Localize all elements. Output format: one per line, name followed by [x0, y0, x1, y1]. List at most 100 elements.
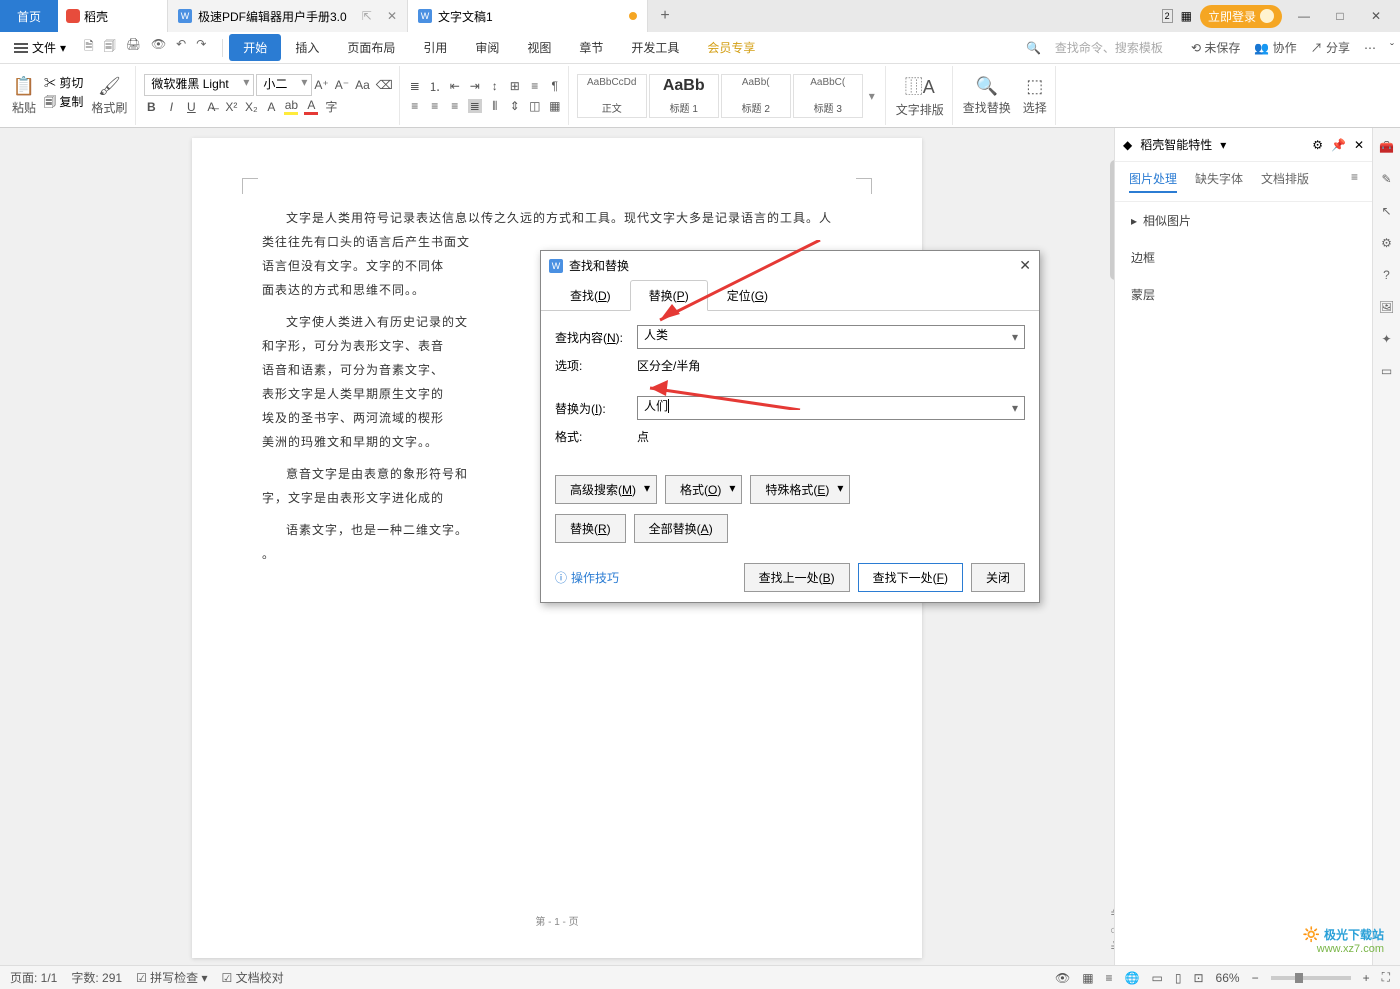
find-replace-button[interactable]: 🔍查找替换: [961, 74, 1013, 118]
find-input[interactable]: 人类: [637, 325, 1025, 349]
fullscreen-icon[interactable]: ⛶: [1382, 970, 1390, 985]
view-grid-icon[interactable]: ▦: [1082, 971, 1093, 985]
dialog-tab-find[interactable]: 查找(D): [551, 280, 630, 311]
shrink-font-icon[interactable]: A⁻: [335, 78, 349, 92]
image-icon[interactable]: 🖼: [1379, 300, 1394, 314]
pane-item[interactable]: 蒙层: [1115, 276, 1372, 313]
undo-icon[interactable]: ↶: [176, 37, 186, 58]
new-tab-button[interactable]: +: [648, 0, 682, 32]
style-h2[interactable]: AaBb(标题 2: [721, 74, 791, 118]
highlight-icon[interactable]: ab: [284, 98, 298, 115]
unsaved-button[interactable]: ⟲ 未保存: [1191, 39, 1240, 56]
menu-tab-insert[interactable]: 插入: [281, 34, 333, 61]
book-icon[interactable]: ▭: [1381, 364, 1392, 378]
layout-icon[interactable]: 2: [1162, 9, 1173, 23]
bullet-list-icon[interactable]: ≣: [408, 79, 422, 93]
tab-home[interactable]: 首页: [0, 0, 58, 32]
format-brush-button[interactable]: 🖌格式刷: [89, 74, 129, 118]
chevron-down-icon[interactable]: ▾: [1220, 138, 1226, 152]
more-icon[interactable]: ⋯: [1364, 41, 1376, 55]
dialog-tab-replace[interactable]: 替换(P): [630, 280, 708, 311]
close-icon[interactable]: ✕: [387, 9, 397, 23]
change-case-icon[interactable]: Aa: [355, 78, 370, 92]
bold-icon[interactable]: B: [144, 100, 158, 114]
pane-tab[interactable]: 文档排版: [1261, 170, 1309, 193]
find-next-button[interactable]: 查找下一处(F): [858, 563, 963, 592]
menu-tab-layout[interactable]: 页面布局: [333, 34, 409, 61]
align-right-icon[interactable]: ≡: [448, 99, 462, 113]
line-spacing-icon[interactable]: ⇕: [508, 99, 522, 113]
superscript-icon[interactable]: X²: [224, 100, 238, 114]
search-placeholder[interactable]: 查找命令、搜索模板: [1055, 39, 1163, 56]
select-button[interactable]: ⬚选择: [1021, 74, 1049, 118]
menu-tab-section[interactable]: 章节: [565, 34, 617, 61]
sort-icon[interactable]: ↕: [488, 79, 502, 93]
menu-tab-start[interactable]: 开始: [229, 34, 281, 61]
show-marks-icon[interactable]: ¶: [548, 79, 562, 93]
replace-input[interactable]: 人们: [637, 396, 1025, 420]
number-list-icon[interactable]: ⒈: [428, 78, 442, 95]
align-left-icon[interactable]: ≡: [408, 99, 422, 113]
star-icon[interactable]: ✦: [1381, 332, 1391, 346]
save-as-icon[interactable]: 🗐: [104, 37, 116, 58]
phonetic-icon[interactable]: 字: [324, 98, 338, 115]
zoom-slider[interactable]: [1271, 976, 1351, 980]
clear-format-icon[interactable]: ⌫: [376, 78, 393, 92]
font-color-icon[interactable]: A: [304, 98, 318, 115]
proofing-toggle[interactable]: ☑ 文档校对: [222, 969, 284, 986]
view-web-icon[interactable]: 🌐: [1125, 971, 1140, 985]
help-icon[interactable]: ?: [1383, 268, 1390, 282]
align-dist-icon[interactable]: ⫴: [488, 99, 502, 114]
subscript-icon[interactable]: X₂: [244, 100, 258, 114]
print-preview-icon[interactable]: 👁: [151, 37, 166, 58]
increase-indent-icon[interactable]: ⇥: [468, 79, 482, 93]
pointer-icon[interactable]: ↖: [1381, 204, 1391, 218]
close-icon[interactable]: ✕: [1019, 257, 1031, 274]
coop-button[interactable]: 👥 协作: [1254, 39, 1296, 56]
pane-tab[interactable]: 图片处理: [1129, 170, 1177, 193]
toolbox-icon[interactable]: 🧰: [1379, 140, 1394, 154]
close-button[interactable]: 关闭: [971, 563, 1025, 592]
pane-item[interactable]: ▸ 相似图片: [1115, 202, 1372, 239]
print-icon[interactable]: 🖨: [126, 37, 141, 58]
menu-tab-vip[interactable]: 会员专享: [693, 34, 769, 61]
menu-tab-ref[interactable]: 引用: [409, 34, 461, 61]
font-size-select[interactable]: 小二: [256, 74, 312, 96]
tab-icon[interactable]: ⊞: [508, 79, 522, 93]
save-icon[interactable]: 🗎: [84, 37, 94, 58]
page-indicator[interactable]: 页面: 1/1: [10, 969, 57, 986]
pin-icon[interactable]: 📌: [1331, 138, 1346, 152]
menu-tab-view[interactable]: 视图: [513, 34, 565, 61]
advanced-search-button[interactable]: 高级搜索(M): [555, 475, 657, 504]
menu-tab-review[interactable]: 审阅: [461, 34, 513, 61]
collapse-ribbon-icon[interactable]: ˇ: [1390, 41, 1394, 55]
zoom-value[interactable]: 66%: [1216, 971, 1240, 985]
find-prev-button[interactable]: 查找上一处(B): [744, 563, 850, 592]
login-button[interactable]: 立即登录: [1200, 5, 1282, 28]
tab-document[interactable]: W 极速PDF编辑器用户手册3.0 ⇱ ✕: [168, 0, 408, 32]
grow-font-icon[interactable]: A⁺: [314, 78, 328, 92]
font-name-select[interactable]: 微软雅黑 Light: [144, 74, 254, 96]
paste-button[interactable]: 📋粘贴: [10, 74, 38, 118]
tab-document-active[interactable]: W 文字文稿1: [408, 0, 648, 32]
shading-icon[interactable]: ◫: [528, 99, 542, 113]
fit-page-icon[interactable]: ⊡: [1193, 971, 1203, 985]
word-count[interactable]: 字数: 291: [71, 969, 122, 986]
line-icon[interactable]: ≡: [528, 79, 542, 93]
underline-icon[interactable]: U: [184, 100, 198, 114]
pane-tab[interactable]: 缺失字体: [1195, 170, 1243, 193]
redo-icon[interactable]: ↷: [196, 37, 206, 58]
tab-pin-icon[interactable]: ⇱: [362, 9, 372, 23]
style-normal[interactable]: AaBbCcDd正文: [577, 74, 647, 118]
style-h1[interactable]: AaBb标题 1: [649, 74, 719, 118]
tips-link[interactable]: ⓘ 操作技巧: [555, 569, 619, 586]
file-menu[interactable]: 文件 ▾: [6, 39, 74, 56]
eye-icon[interactable]: 👁: [1055, 971, 1070, 985]
gear-icon[interactable]: ⚙: [1312, 138, 1323, 152]
text-layout-button[interactable]: ⿲A文字排版: [894, 71, 946, 120]
format-button[interactable]: 格式(O): [665, 475, 742, 504]
view-read-icon[interactable]: ▯: [1175, 971, 1182, 985]
tab-docer[interactable]: 稻壳: [58, 0, 168, 32]
list-icon[interactable]: ≡: [1351, 170, 1358, 193]
zoom-out-icon[interactable]: −: [1252, 971, 1259, 985]
